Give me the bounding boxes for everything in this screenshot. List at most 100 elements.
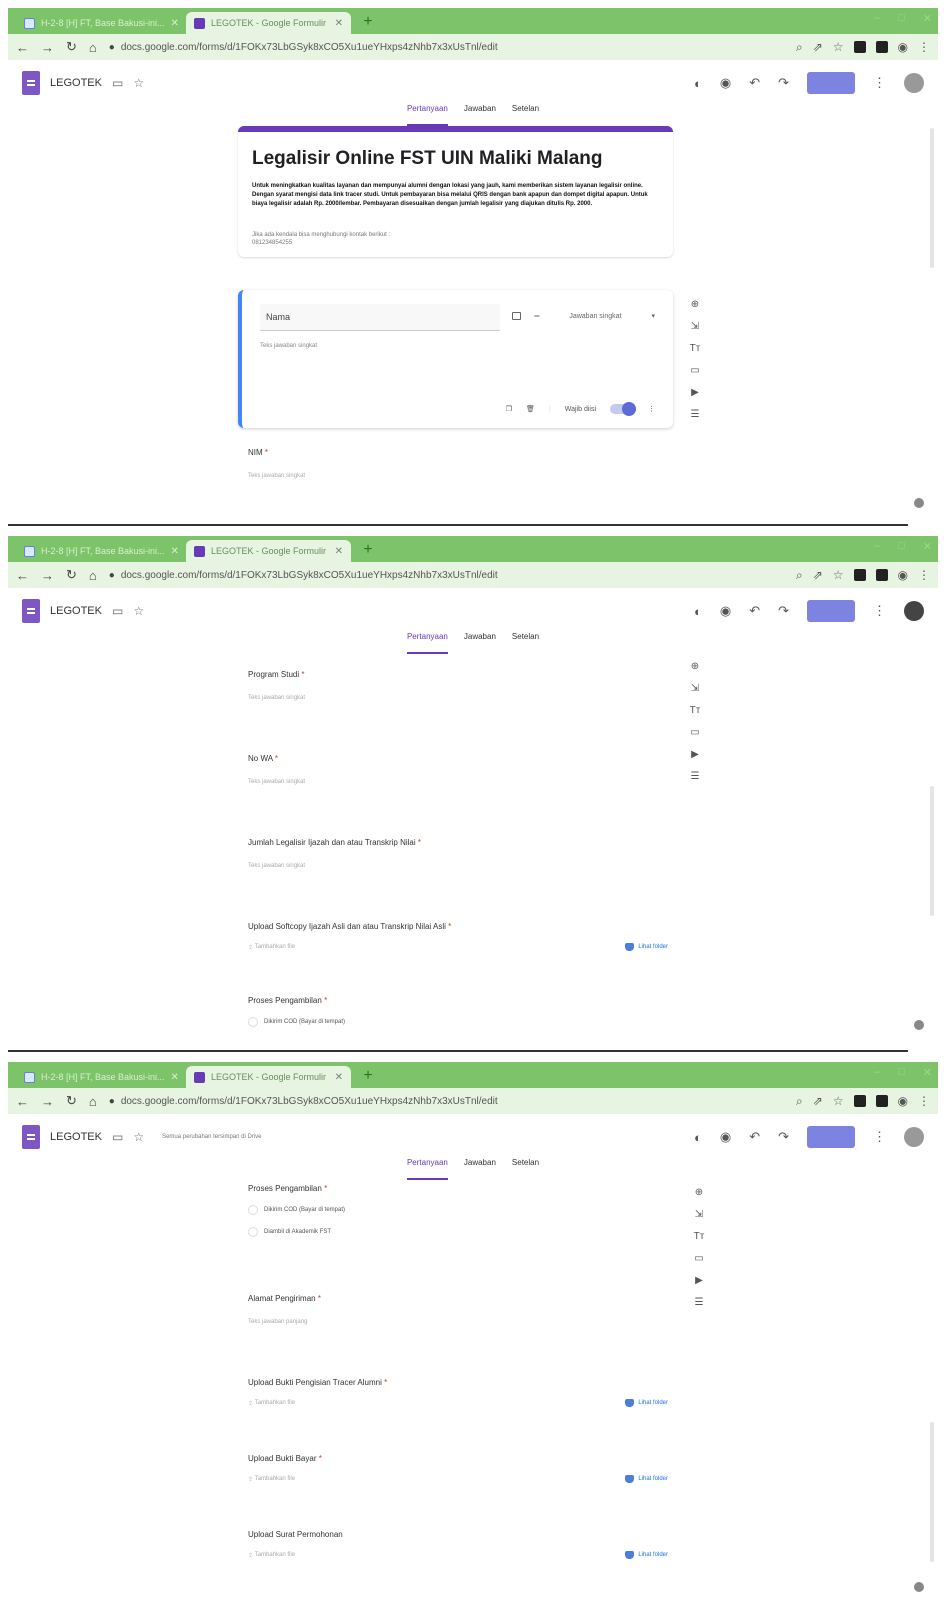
sidepanel-icon[interactable]: [875, 1095, 888, 1107]
tab-responses[interactable]: Jawaban: [464, 1158, 496, 1180]
palette-icon[interactable]: ◐: [694, 604, 702, 619]
redo-icon[interactable]: ↷: [778, 75, 789, 91]
send-button[interactable]: [807, 72, 855, 94]
form-title[interactable]: Legalisir Online FST UIN Maliki Malang: [252, 148, 659, 170]
home-icon[interactable]: ⌂: [89, 568, 97, 583]
radio-icon[interactable]: [248, 1205, 258, 1215]
extensions-icon[interactable]: [853, 41, 866, 53]
forward-icon[interactable]: →: [41, 1094, 54, 1109]
profile-icon[interactable]: ◉: [898, 568, 908, 582]
browser-tab-2[interactable]: LEGOTEK - Google Formulir ✕: [186, 1066, 351, 1088]
avatar[interactable]: [904, 601, 924, 621]
sidepanel-icon[interactable]: [875, 41, 888, 53]
import-icon[interactable]: ⇲: [689, 320, 702, 333]
view-folder-link[interactable]: Lihat folder: [625, 1475, 668, 1483]
preview-icon[interactable]: ◉: [720, 75, 731, 91]
question-no-wa[interactable]: No WA * Teks jawaban singkat: [248, 754, 668, 785]
question-proses-pengambilan[interactable]: Proses Pengambilan * Dikirim COD (Bayar …: [248, 996, 668, 1027]
browser-tab-2[interactable]: LEGOTEK - Google Formulir ✕: [186, 12, 351, 34]
new-tab-icon[interactable]: +: [358, 12, 378, 32]
more-icon[interactable]: ⋮: [873, 1129, 886, 1145]
forward-icon[interactable]: →: [41, 568, 54, 583]
avatar[interactable]: [904, 1127, 924, 1147]
question-upload-ijazah[interactable]: Upload Softcopy Ijazah Asli dan atau Tra…: [248, 922, 668, 951]
browser-tab-2[interactable]: LEGOTEK - Google Formulir ✕: [186, 540, 351, 562]
help-icon[interactable]: [914, 1582, 924, 1592]
redo-icon[interactable]: ↷: [778, 603, 789, 619]
preview-icon[interactable]: ◉: [720, 603, 731, 619]
import-icon[interactable]: ⇲: [693, 1208, 706, 1221]
add-question-icon[interactable]: ⊕: [689, 660, 702, 673]
add-image-icon[interactable]: [512, 312, 521, 320]
home-icon[interactable]: ⌂: [89, 40, 97, 55]
reload-icon[interactable]: ↻: [66, 567, 77, 583]
share-icon[interactable]: ⇗: [813, 1094, 823, 1108]
send-button[interactable]: [807, 600, 855, 622]
undo-icon[interactable]: ↶: [749, 75, 760, 91]
section-icon[interactable]: ☰: [693, 1296, 706, 1309]
bookmark-star-icon[interactable]: ☆: [833, 1094, 844, 1108]
menu-icon[interactable]: ⋮: [918, 1094, 930, 1108]
close-window-icon[interactable]: ✕: [923, 540, 932, 553]
maximize-icon[interactable]: □: [898, 1066, 905, 1079]
tab-questions[interactable]: Pertanyaan: [406, 632, 448, 654]
address-bar[interactable]: ● docs.google.com/forms/d/1FOKx73LbGSyk8…: [109, 38, 784, 56]
address-bar[interactable]: ● docs.google.com/forms/d/1FOKx73LbGSyk8…: [109, 1092, 784, 1110]
preview-icon[interactable]: ◉: [720, 1129, 731, 1145]
tab-settings[interactable]: Setelan: [512, 1158, 539, 1180]
sidepanel-icon[interactable]: [875, 569, 888, 581]
delete-icon[interactable]: 🗑: [526, 405, 535, 413]
new-tab-icon[interactable]: +: [358, 540, 378, 560]
folder-icon[interactable]: ▭: [112, 604, 123, 618]
home-icon[interactable]: ⌂: [89, 1094, 97, 1109]
add-question-icon[interactable]: ⊕: [689, 298, 702, 311]
back-icon[interactable]: ←: [16, 40, 29, 55]
palette-icon[interactable]: ◐: [694, 76, 702, 91]
radio-icon[interactable]: [248, 1017, 258, 1027]
section-icon[interactable]: ☰: [689, 770, 702, 783]
bookmark-star-icon[interactable]: ☆: [833, 40, 844, 54]
folder-icon[interactable]: ▭: [112, 76, 123, 90]
star-icon[interactable]: ☆: [133, 604, 144, 618]
zoom-icon[interactable]: ⌕: [796, 568, 803, 583]
question-alamat[interactable]: Alamat Pengiriman * Teks jawaban panjang: [248, 1294, 668, 1325]
folder-icon[interactable]: ▭: [112, 1130, 123, 1144]
forward-icon[interactable]: →: [41, 40, 54, 55]
title-icon[interactable]: Tт: [689, 342, 702, 355]
share-icon[interactable]: ⇗: [813, 568, 823, 582]
zoom-icon[interactable]: ⌕: [796, 40, 803, 55]
radio-option[interactable]: Dikirim COD (Bayar di tempat): [248, 1205, 668, 1215]
page-scrollbar[interactable]: [930, 786, 934, 916]
video-icon[interactable]: ▶: [693, 1274, 706, 1287]
radio-option[interactable]: Diambil di Akademik FST: [248, 1227, 668, 1237]
required-toggle[interactable]: [610, 402, 636, 416]
radio-icon[interactable]: [248, 1227, 258, 1237]
extensions-icon[interactable]: [853, 1095, 866, 1107]
browser-tab-1[interactable]: H-2-8 [H] FT, Base Bakusi-ini... ✕: [16, 12, 181, 34]
zoom-icon[interactable]: ⌕: [796, 1094, 803, 1109]
image-icon[interactable]: ▭: [689, 726, 702, 739]
forms-logo-icon[interactable]: [22, 71, 40, 95]
undo-icon[interactable]: ↶: [749, 1129, 760, 1145]
menu-icon[interactable]: ⋮: [918, 568, 930, 582]
tab-questions[interactable]: Pertanyaan: [406, 1158, 448, 1180]
reload-icon[interactable]: ↻: [66, 1093, 77, 1109]
forms-logo-icon[interactable]: [22, 599, 40, 623]
active-question-card[interactable]: Nama ═ Jawaban singkat ▾ Teks jawaban si…: [238, 290, 673, 428]
help-icon[interactable]: [914, 498, 924, 508]
close-window-icon[interactable]: ✕: [923, 1066, 932, 1079]
form-description[interactable]: Untuk meningkatkan kualitas layanan dan …: [252, 182, 659, 209]
minimize-icon[interactable]: –: [874, 540, 880, 553]
question-upload-bayar[interactable]: Upload Bukti Bayar * ⇪ Tambahkan file Li…: [248, 1454, 668, 1483]
add-question-icon[interactable]: ⊕: [693, 1186, 706, 1199]
view-folder-link[interactable]: Lihat folder: [625, 943, 668, 951]
redo-icon[interactable]: ↷: [778, 1129, 789, 1145]
doc-title[interactable]: LEGOTEK: [50, 1131, 102, 1143]
reload-icon[interactable]: ↻: [66, 39, 77, 55]
menu-icon[interactable]: ⋮: [918, 40, 930, 54]
section-icon[interactable]: ☰: [689, 408, 702, 421]
profile-icon[interactable]: ◉: [898, 40, 908, 54]
back-icon[interactable]: ←: [16, 568, 29, 583]
page-scrollbar[interactable]: [930, 1422, 934, 1562]
close-window-icon[interactable]: ✕: [923, 12, 932, 25]
